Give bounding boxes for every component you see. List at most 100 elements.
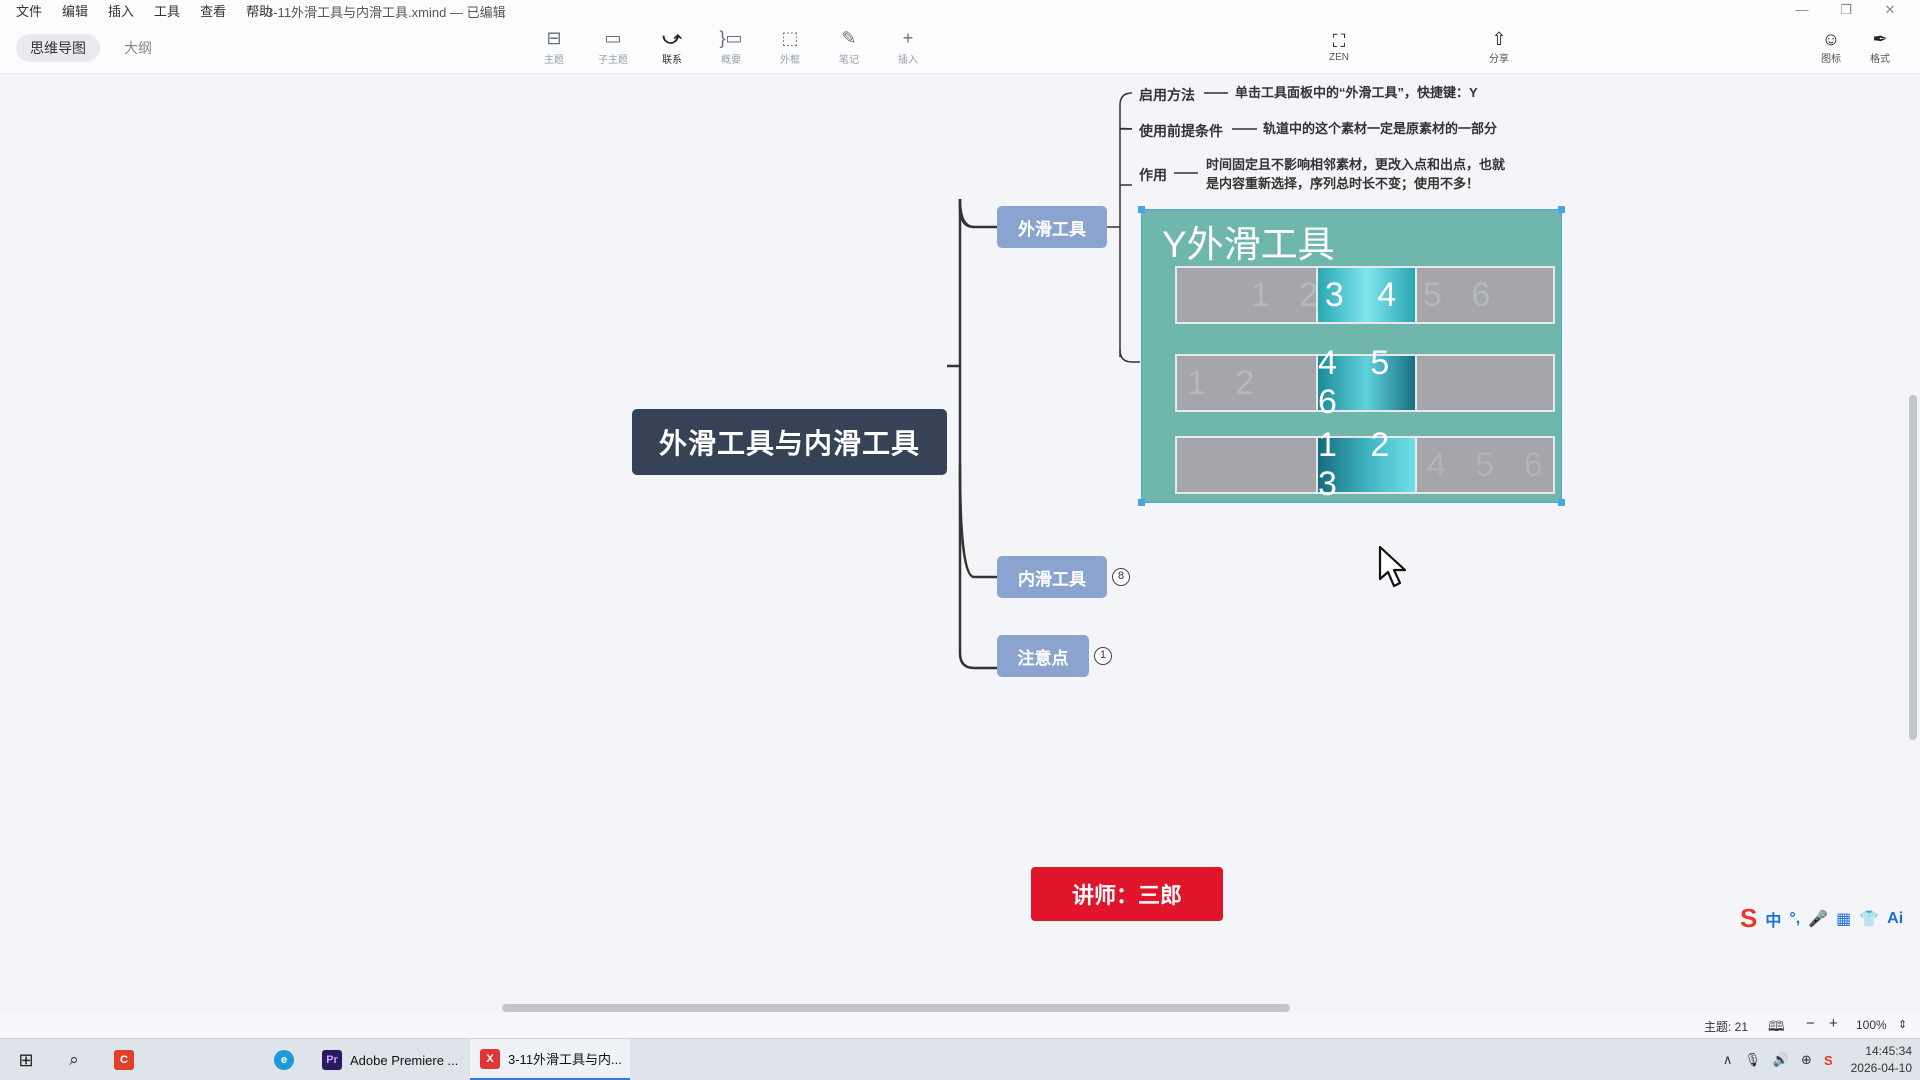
menu-insert[interactable]: 插入 — [100, 1, 142, 20]
ime-toolbar: S 中 °, 🎤 ▦ 👕 Ai — [1740, 903, 1903, 934]
connector-slide — [958, 464, 997, 579]
format-label: 格式 — [1870, 53, 1890, 65]
ime-chinese-mode[interactable]: 中 — [1765, 907, 1781, 931]
share-button[interactable]: ⇧ 分享 — [1475, 24, 1523, 68]
resize-handle-tl[interactable] — [1138, 206, 1145, 213]
share-icon: ⇧ — [1491, 28, 1507, 49]
relationship-label: 联系 — [662, 54, 682, 66]
summary-icon: }▭ — [719, 27, 743, 48]
ime-punctuation[interactable]: °, — [1789, 910, 1800, 928]
sogou-logo-icon[interactable]: S — [1740, 903, 1757, 934]
view-tabs: 思维导图 大纲 — [16, 34, 166, 62]
collapse-badge-notes[interactable]: 1 — [1094, 647, 1112, 665]
topic-slip-tool[interactable]: 外滑工具 — [997, 206, 1107, 248]
tray-chevron-up-icon[interactable]: ∧ — [1723, 1052, 1733, 1068]
subtopic-button[interactable]: ▭ 子主题 — [589, 24, 637, 68]
zoom-level[interactable]: 100% — [1856, 1018, 1887, 1032]
subtopic-effect[interactable]: 作用 — [1139, 165, 1167, 185]
horizontal-scrollbar[interactable] — [0, 1002, 1906, 1014]
subtopic-precondition[interactable]: 使用前提条件 — [1139, 121, 1223, 141]
zoom-stepper-icon[interactable]: ⇕ — [1898, 1018, 1907, 1031]
edge-browser-icon[interactable]: e — [266, 1039, 302, 1080]
minimize-button[interactable]: — — [1780, 0, 1824, 20]
topic-button[interactable]: ⊟ 主题 — [530, 24, 578, 68]
xmind-icon: X — [480, 1048, 500, 1069]
track-row: 1 2 3 4 5 6 — [1175, 266, 1555, 324]
ai-icon[interactable]: Ai — [1887, 910, 1903, 928]
resize-handle-br[interactable] — [1558, 499, 1565, 506]
mouse-cursor-icon — [1378, 545, 1407, 588]
skin-icon[interactable]: 👕 — [1859, 909, 1879, 929]
horizontal-scroll-thumb[interactable] — [502, 1004, 1290, 1012]
resize-handle-bl[interactable] — [1138, 499, 1145, 506]
keyboard-icon[interactable]: ▦ — [1836, 909, 1851, 929]
volume-icon[interactable]: 🔊 — [1773, 1052, 1789, 1068]
menu-tools[interactable]: 工具 — [146, 1, 188, 20]
zoom-out-icon[interactable]: − — [1806, 1015, 1815, 1032]
toolbar: ⊟ 主题 ▭ 子主题 ⤻ 联系 }▭ 概要 ⬚ 外框 ✎ 笔记 + 插入 — [530, 24, 932, 68]
taskbar-app-premiere[interactable]: Pr Adobe Premiere ... — [312, 1039, 467, 1080]
menu-file[interactable]: 文件 — [8, 1, 50, 20]
window-controls: — ❐ ✕ — [1780, 0, 1912, 20]
icon-panel-button[interactable]: ☺ 图标 — [1807, 24, 1855, 68]
track-row: 1 2 3 4 5 6 — [1175, 426, 1555, 503]
zen-icon: ⛶ — [1332, 30, 1346, 51]
track-divider — [1415, 356, 1417, 410]
image-title: Y外滑工具 — [1162, 224, 1335, 265]
taskbar-app-xmind[interactable]: X 3-11外滑工具与内... — [470, 1039, 630, 1080]
close-button[interactable]: ✕ — [1868, 0, 1912, 20]
tray-microphone-icon[interactable]: 🎙 — [1744, 1052, 1761, 1068]
image-topic-slip-diagram[interactable]: Y外滑工具 1 2 3 4 5 6 1 2 4 5 6 1 2 3 4 5 6 — [1138, 206, 1565, 506]
sogou-tray-icon[interactable]: S — [1824, 1053, 1833, 1068]
connector-image — [1119, 349, 1140, 363]
topic-slide-tool[interactable]: 内滑工具 — [997, 556, 1107, 598]
resize-handle-tr[interactable] — [1558, 206, 1565, 213]
tab-mindmap[interactable]: 思维导图 — [16, 34, 100, 62]
red-app-icon: C — [114, 1050, 134, 1070]
track-row: 1 2 4 5 6 — [1175, 344, 1555, 421]
subtopic-enable-method[interactable]: 启用方法 — [1139, 85, 1195, 105]
central-topic[interactable]: 外滑工具与内滑工具 — [632, 409, 947, 475]
tab-outline[interactable]: 大纲 — [110, 34, 166, 62]
insert-button[interactable]: + 插入 — [884, 24, 932, 68]
status-bar: 主题: 21 🕮 − + 100% ⇕ — [0, 1014, 1920, 1038]
mindmap-canvas[interactable]: 外滑工具与内滑工具 外滑工具 内滑工具 8 注意点 1 启用方法 单击工具面板中… — [0, 75, 1906, 1005]
start-button[interactable]: ⊞ — [8, 1039, 44, 1080]
clock[interactable]: 14:45:34 2026-04-10 — [1851, 1043, 1912, 1077]
subtopic-label: 子主题 — [598, 54, 628, 66]
share-label: 分享 — [1489, 53, 1509, 65]
maximize-button[interactable]: ❐ — [1824, 0, 1868, 20]
pinned-app-icon[interactable]: C — [106, 1039, 142, 1080]
subtopic-precondition-detail[interactable]: 轨道中的这个素材一定是原素材的一部分 — [1263, 119, 1497, 138]
lecturer-badge[interactable]: 讲师：三郎 — [1031, 867, 1223, 921]
track-clip: 4 5 6 — [1318, 344, 1415, 421]
topic-count: 主题: 21 — [1704, 1020, 1749, 1034]
menu-edit[interactable]: 编辑 — [54, 1, 96, 20]
topic-notes[interactable]: 注意点 — [997, 635, 1089, 677]
format-button[interactable]: ✒ 格式 — [1856, 24, 1904, 68]
zoom-in-icon[interactable]: + — [1829, 1015, 1838, 1032]
search-icon[interactable]: ⌕ — [56, 1039, 92, 1080]
relationship-button[interactable]: ⤻ 联系 — [648, 24, 696, 68]
track-clip: 3 4 — [1318, 268, 1415, 322]
notes-icon: ✎ — [841, 27, 857, 48]
format-icon: ✒ — [1872, 28, 1888, 49]
connector-notes — [958, 366, 997, 670]
microphone-icon[interactable]: 🎤 — [1808, 909, 1828, 929]
book-icon[interactable]: 🕮 — [1768, 1016, 1785, 1040]
subtopic-enable-method-detail[interactable]: 单击工具面板中的“外滑工具”，快捷键：Y — [1235, 83, 1478, 102]
vertical-scrollbar[interactable] — [1906, 75, 1920, 1005]
subtopic-effect-detail[interactable]: 时间固定且不影响相邻素材，更改入点和出点，也就 是内容重新选择，序列总时长不变；… — [1206, 155, 1556, 193]
notes-button[interactable]: ✎ 笔记 — [825, 24, 873, 68]
app-header: 文件 编辑 插入 工具 查看 帮助 3-11外滑工具与内滑工具.xmind — … — [0, 0, 1920, 74]
vertical-scroll-thumb[interactable] — [1909, 395, 1917, 740]
collapse-badge-slide[interactable]: 8 — [1112, 568, 1130, 586]
notes-label: 笔记 — [839, 54, 859, 66]
effect-detail-line1: 时间固定且不影响相邻素材，更改入点和出点，也就 — [1206, 157, 1506, 172]
menu-view[interactable]: 查看 — [192, 1, 234, 20]
zen-button[interactable]: ⛶ ZEN — [1315, 24, 1363, 68]
network-icon[interactable]: ⊕ — [1801, 1052, 1812, 1068]
subtopic-icon: ▭ — [604, 27, 622, 48]
summary-button[interactable]: }▭ 概要 — [707, 24, 755, 68]
boundary-button[interactable]: ⬚ 外框 — [766, 24, 814, 68]
